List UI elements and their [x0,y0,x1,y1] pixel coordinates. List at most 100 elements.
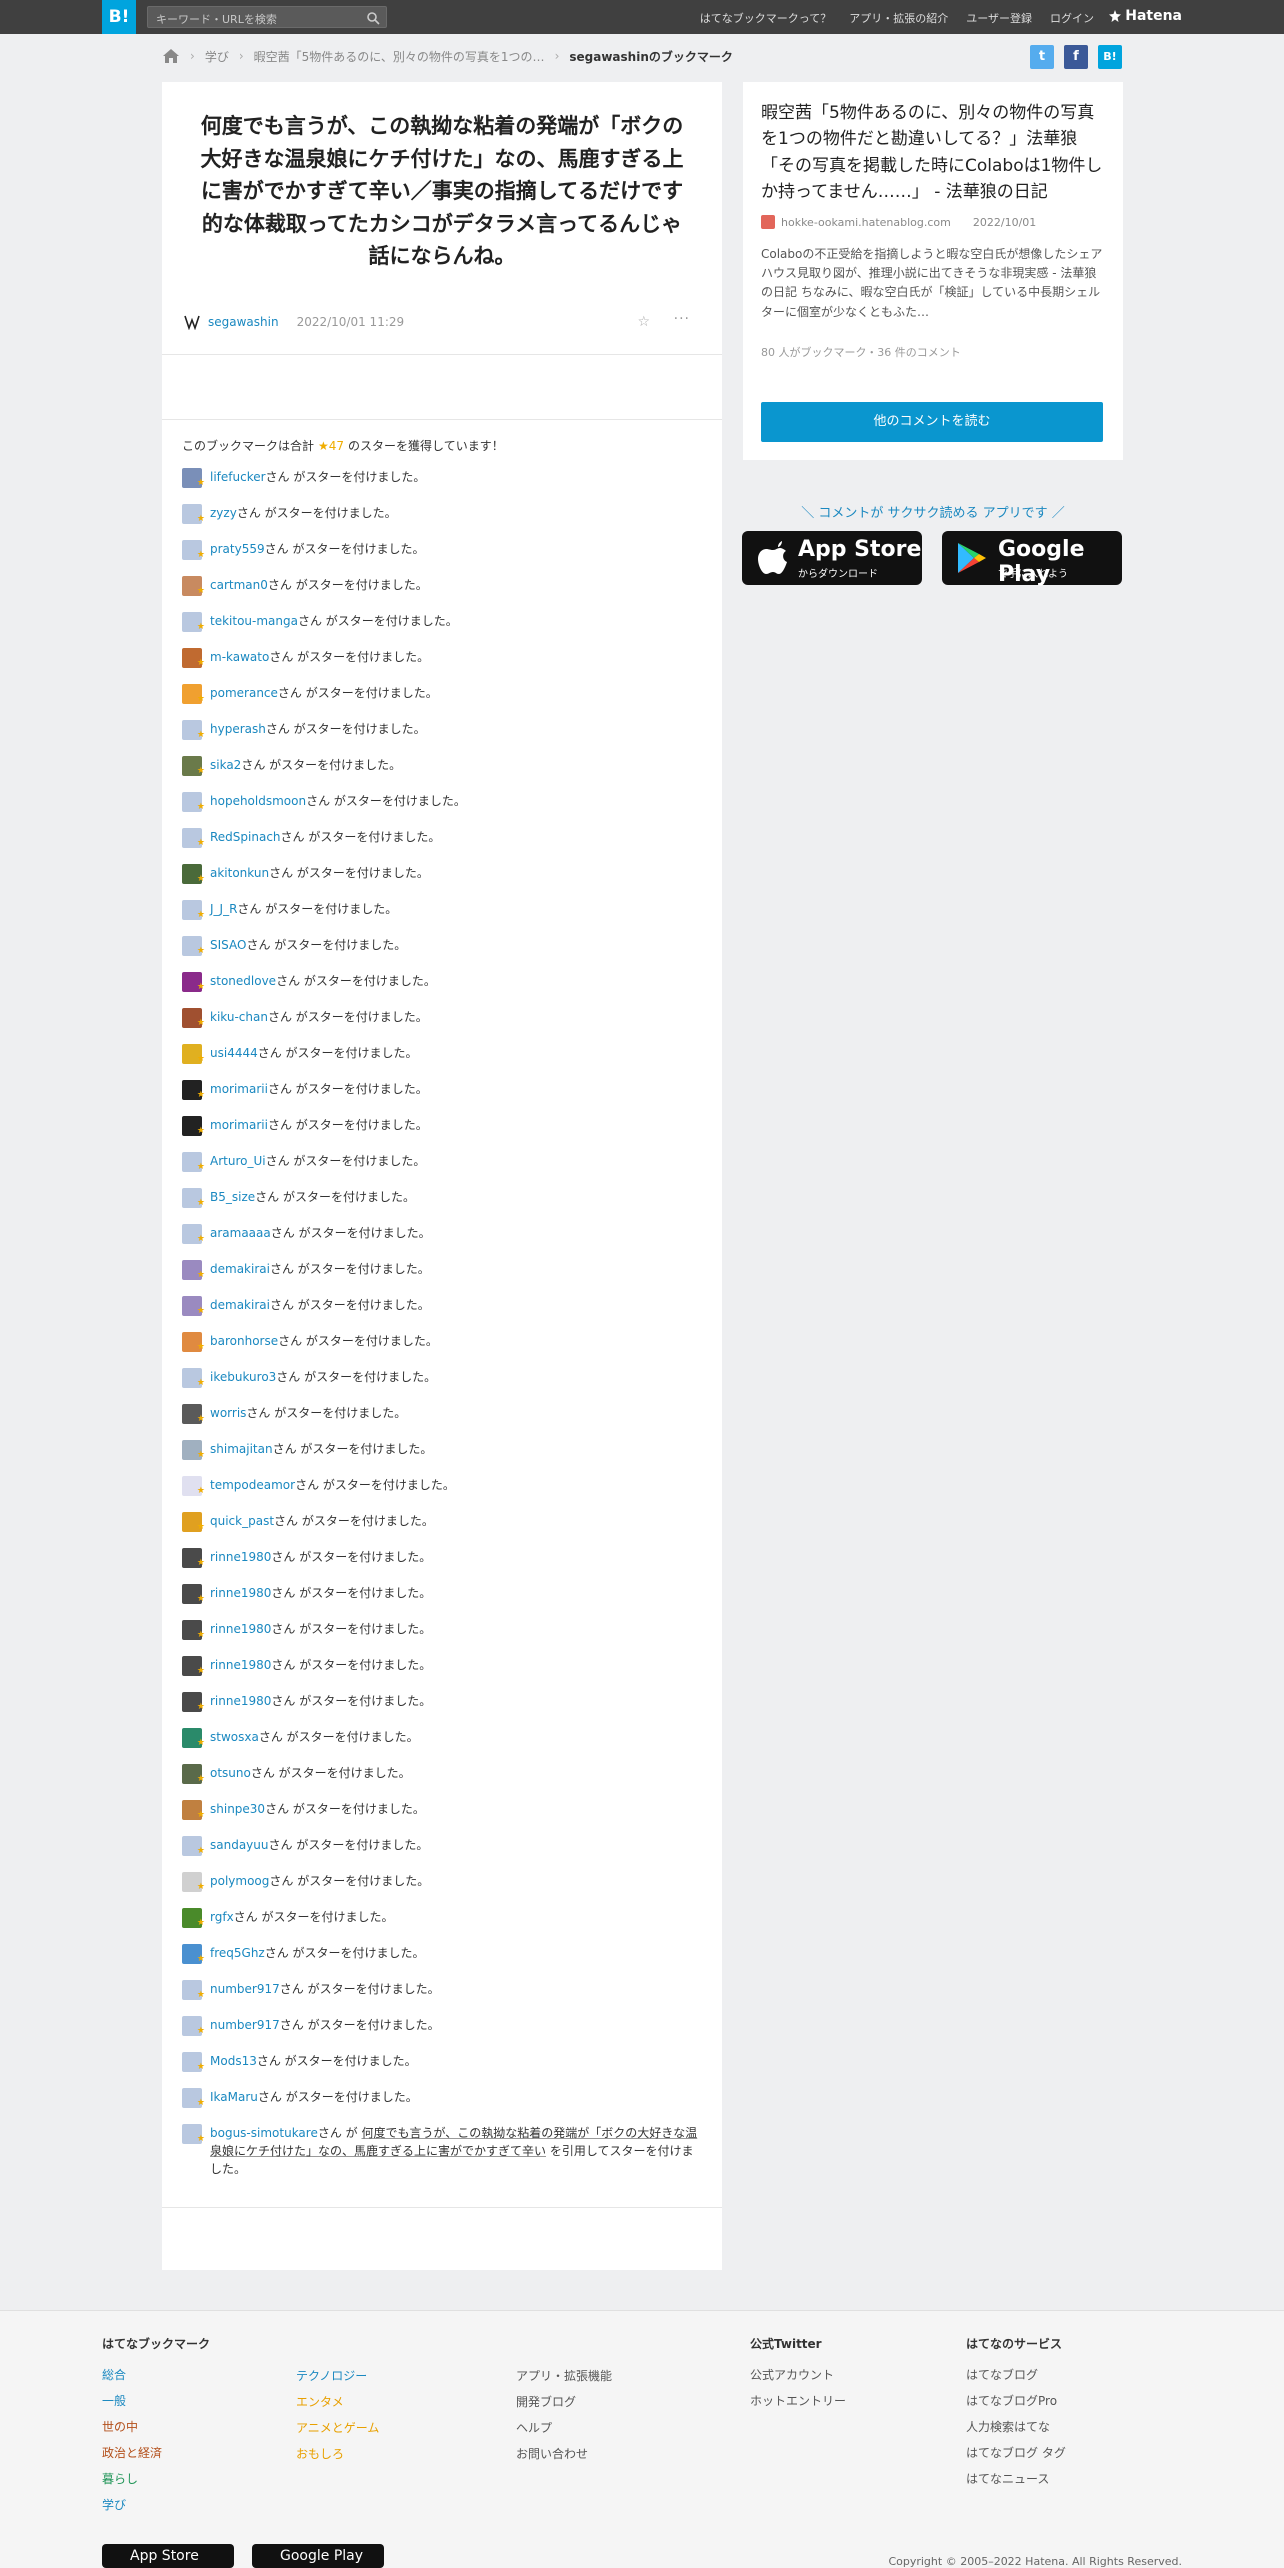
footer-link[interactable]: 暮らし [102,2470,210,2486]
user-avatar[interactable]: ★ [182,1476,205,1496]
star-user-link[interactable]: baronhorse [210,1332,278,1350]
star-user-link[interactable]: polymoog [210,1872,269,1890]
entry-title[interactable]: 暇空茜「5物件あるのに、別々の物件の写真を1つの物件だと勘違いしてる？」法華狼「… [743,82,1123,205]
user-avatar[interactable]: ★ [182,1188,205,1208]
user-avatar[interactable]: ★ [182,504,205,524]
more-options-icon[interactable]: ··· [674,311,690,327]
user-avatar[interactable]: ★ [182,2124,205,2144]
star-user-link[interactable]: morimarii [210,1116,268,1134]
search-input[interactable]: キーワード・URLを検索 [147,6,387,28]
home-icon[interactable] [162,48,180,64]
user-avatar[interactable]: ★ [182,1404,205,1424]
star-user-link[interactable]: shinpe30 [210,1800,265,1818]
footer-link[interactable]: はてなニュース [966,2470,1066,2486]
user-avatar[interactable]: ★ [182,468,205,488]
star-user-link[interactable]: tempodeamor [210,1476,295,1494]
footer-link[interactable]: エンタメ [296,2393,379,2409]
user-avatar[interactable]: ★ [182,1692,205,1712]
footer-link[interactable]: はてなブログ タグ [966,2444,1066,2460]
star-user-link[interactable]: kiku-chan [210,1008,268,1026]
user-avatar[interactable]: ★ [182,2052,205,2072]
footer-link[interactable]: はてなブログPro [966,2392,1066,2408]
footer-app-store-badge[interactable]: App Store [102,2544,234,2568]
user-avatar[interactable]: ★ [182,864,205,884]
footer-link[interactable]: 人力検索はてな [966,2418,1066,2434]
star-user-link[interactable]: quick_past [210,1512,274,1530]
user-avatar[interactable]: ★ [182,720,205,740]
footer-link[interactable]: 公式アカウント [750,2366,846,2382]
star-user-link[interactable]: Arturo_Ui [210,1152,266,1170]
user-avatar[interactable]: ★ [182,900,205,920]
star-user-link[interactable]: number917 [210,1980,280,1998]
user-avatar[interactable]: ★ [182,1296,205,1316]
footer-link[interactable]: テクノロジー [296,2367,379,2383]
star-user-link[interactable]: rinne1980 [210,1692,271,1710]
footer-link[interactable]: 世の中 [102,2418,210,2434]
footer-link[interactable]: おもしろ [296,2445,379,2461]
star-user-link[interactable]: Mods13 [210,2052,257,2070]
star-user-link[interactable]: cartman0 [210,576,268,594]
star-user-link[interactable]: m-kawato [210,648,269,666]
footer-link[interactable]: 開発ブログ [516,2393,612,2409]
entry-card[interactable]: 暇空茜「5物件あるのに、別々の物件の写真を1つの物件だと勘違いしてる？」法華狼「… [743,82,1123,383]
user-avatar[interactable]: ★ [182,1260,205,1280]
hatena-share-button[interactable]: B! [1098,45,1122,69]
footer-link[interactable]: 政治と経済 [102,2444,210,2460]
star-user-link[interactable]: IkaMaru [210,2088,258,2106]
user-avatar[interactable]: ★ [182,612,205,632]
user-avatar[interactable]: ★ [182,1800,205,1820]
star-user-link[interactable]: demakirai [210,1296,270,1314]
star-user-link[interactable]: stwosxa [210,1728,259,1746]
user-avatar[interactable]: ★ [182,1980,205,2000]
user-avatar[interactable]: ★ [182,1548,205,1568]
star-user-link[interactable]: praty559 [210,540,265,558]
nav-register[interactable]: ユーザー登録 [966,10,1032,26]
app-store-badge[interactable]: App Store からダウンロード [742,531,922,585]
footer-link[interactable]: はてなブログ [966,2366,1066,2382]
star-user-link[interactable]: bogus-simotukare [210,2126,318,2140]
star-user-link[interactable]: otsuno [210,1764,251,1782]
user-avatar[interactable]: ★ [182,792,205,812]
star-user-link[interactable]: B5_size [210,1188,255,1206]
user-avatar[interactable]: ★ [182,936,205,956]
user-avatar[interactable]: ★ [182,1008,205,1028]
user-avatar[interactable]: ★ [182,1908,205,1928]
user-avatar[interactable]: ★ [182,1152,205,1172]
user-avatar[interactable]: ★ [182,1764,205,1784]
footer-link[interactable]: アニメとゲーム [296,2419,379,2435]
star-user-link[interactable]: usi4444 [210,1044,258,1062]
star-user-link[interactable]: rinne1980 [210,1620,271,1638]
footer-link[interactable]: お問い合わせ [516,2445,612,2461]
star-user-link[interactable]: sika2 [210,756,241,774]
star-user-link[interactable]: shimajitan [210,1440,273,1458]
star-user-link[interactable]: hopeholdsmoon [210,792,306,810]
user-avatar[interactable]: ★ [182,684,205,704]
user-avatar[interactable]: ★ [182,1620,205,1640]
user-avatar[interactable]: ★ [182,1584,205,1604]
star-user-link[interactable]: tekitou-manga [210,612,298,630]
breadcrumb-category[interactable]: 学び [205,48,229,65]
user-avatar[interactable]: ★ [182,972,205,992]
user-avatar[interactable]: ★ [182,1080,205,1100]
star-user-link[interactable]: aramaaaa [210,1224,271,1242]
add-star-icon[interactable]: ☆ [637,314,650,330]
facebook-share-button[interactable]: f [1064,45,1088,69]
entry-domain[interactable]: hokke-ookami.hatenablog.com [781,216,951,229]
read-more-comments-button[interactable]: 他のコメントを読む [761,402,1103,442]
star-user-link[interactable]: number917 [210,2016,280,2034]
footer-google-play-badge[interactable]: Google Play [252,2544,384,2568]
user-avatar[interactable]: ★ [182,1368,205,1388]
star-user-link[interactable]: freq5Ghz [210,1944,265,1962]
user-avatar[interactable]: ★ [182,1440,205,1460]
user-avatar[interactable]: ★ [182,2088,205,2108]
star-user-link[interactable]: SISAO [210,936,246,954]
user-avatar[interactable]: ★ [182,2016,205,2036]
footer-link[interactable]: アプリ・拡張機能 [516,2367,612,2383]
hatena-brand[interactable]: Hatena [1109,8,1182,24]
user-avatar[interactable]: ★ [182,1512,205,1532]
star-user-link[interactable]: rinne1980 [210,1584,271,1602]
twitter-share-button[interactable]: t [1030,45,1054,69]
user-avatar[interactable]: ★ [182,540,205,560]
star-user-link[interactable]: rgfx [210,1908,234,1926]
star-user-link[interactable]: akitonkun [210,864,269,882]
